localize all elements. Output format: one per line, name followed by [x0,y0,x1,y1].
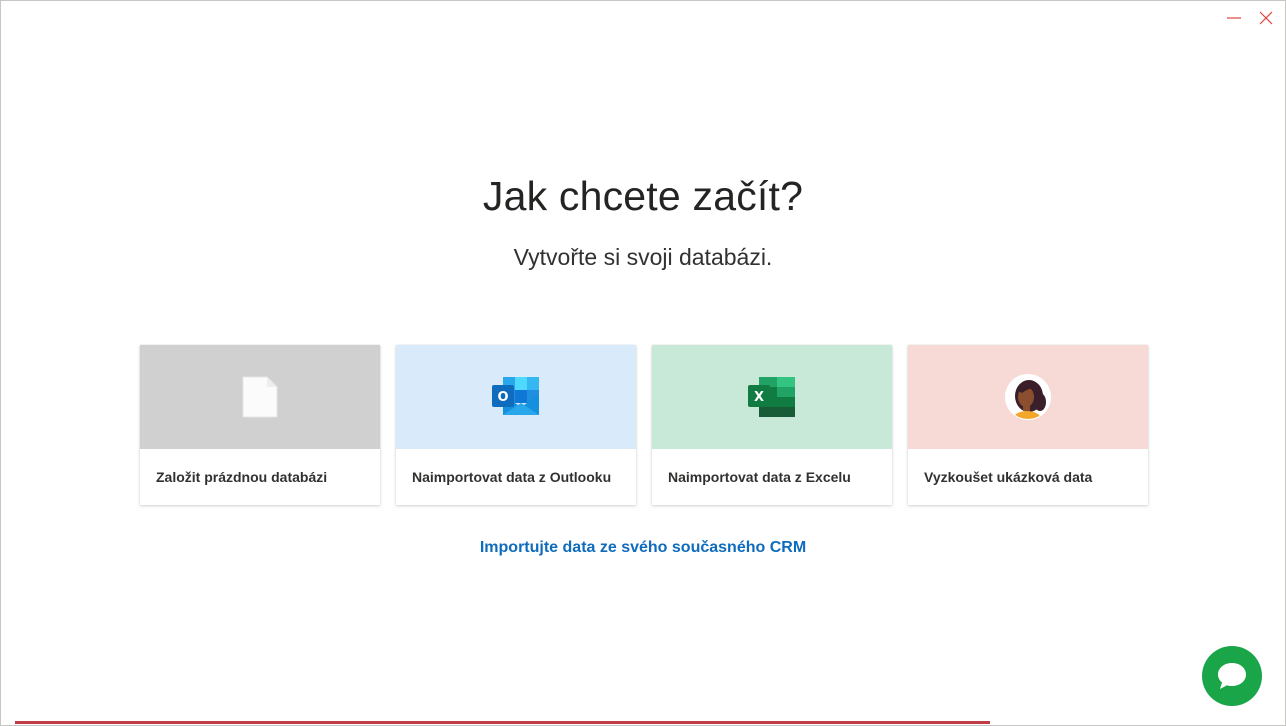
svg-text:X: X [754,390,764,405]
import-outlook-card[interactable]: O Naimportovat data z Outlooku [396,345,636,505]
close-icon [1259,11,1273,25]
import-excel-card[interactable]: X Naimportovat data z Excelu [652,345,892,505]
card-label: Vyzkoušet ukázková data [924,469,1093,485]
outlook-icon: O [492,377,539,415]
person-avatar-icon [1005,374,1051,420]
start-options: Založit prázdnou databázi O Naimportovat… [140,345,1148,505]
minimize-button[interactable] [1225,9,1243,27]
card-label: Naimportovat data z Outlooku [412,469,612,485]
card-label: Založit prázdnou databázi [156,469,328,485]
import-crm-link[interactable]: Importujte data ze svého současného CRM [1,539,1285,557]
loading-progress-bar [15,721,990,724]
blank-document-icon [242,376,278,418]
card-banner [140,345,380,449]
card-banner [908,345,1148,449]
card-label: Naimportovat data z Excelu [668,469,851,485]
minimize-icon [1227,17,1241,19]
window-controls [1225,9,1275,27]
app-window: Jak chcete začít? Vytvořte si svoji data… [0,0,1286,726]
chat-bubble-icon [1218,663,1246,689]
sample-data-card[interactable]: Vyzkoušet ukázková data [908,345,1148,505]
card-banner: O [396,345,636,449]
card-banner: X [652,345,892,449]
close-button[interactable] [1257,9,1275,27]
page-title: Jak chcete začít? [482,173,804,219]
excel-icon: X [748,377,795,417]
chat-button[interactable] [1202,646,1262,706]
svg-text:O: O [497,390,508,405]
page-subtitle: Vytvořte si svoji databázi. [513,244,773,270]
blank-database-card[interactable]: Založit prázdnou databázi [140,345,380,505]
